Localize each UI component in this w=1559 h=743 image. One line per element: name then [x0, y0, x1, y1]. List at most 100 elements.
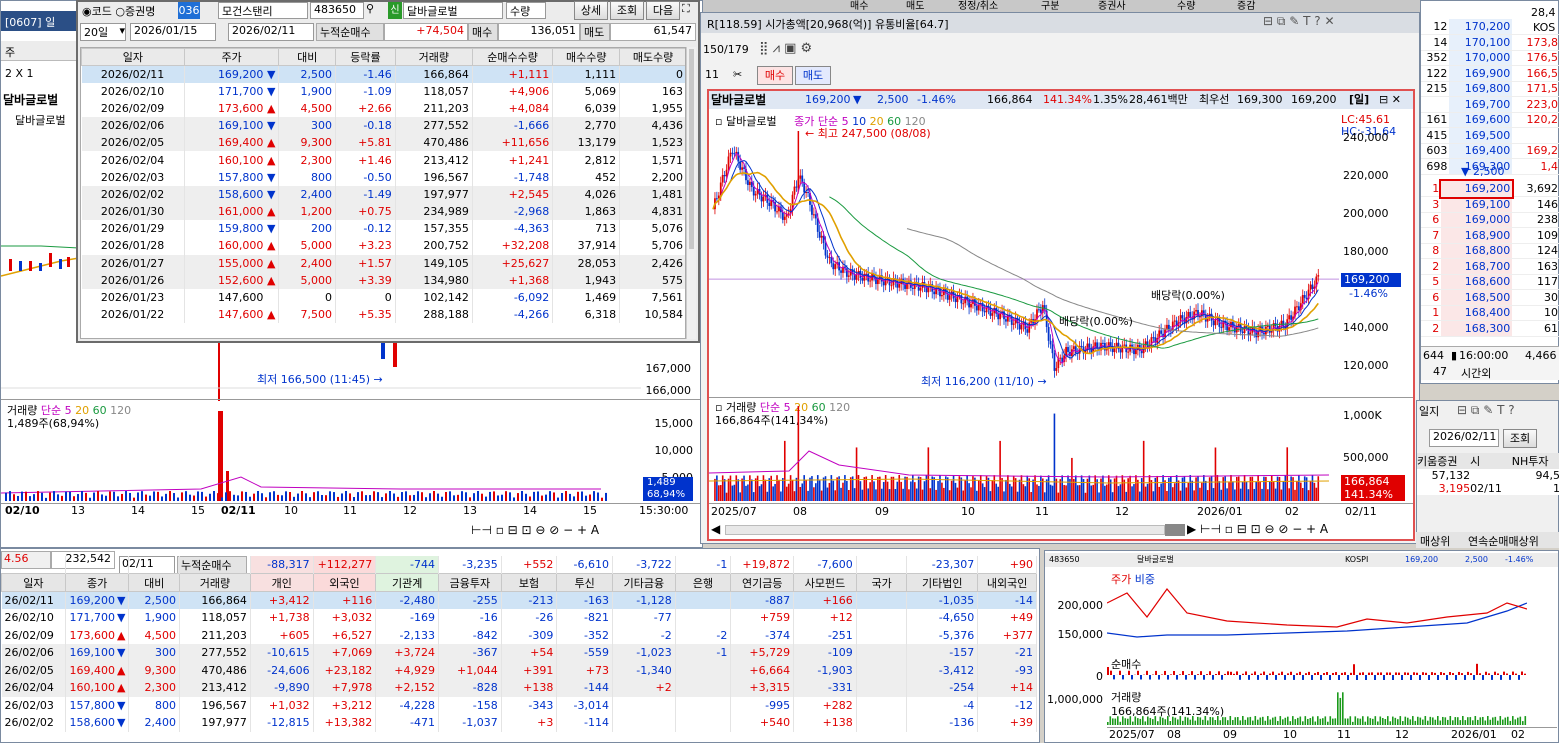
table-row[interactable]: 2026/02/09 173,600 ▲ 4,500 +2.66 211,203 +4,08…: [81, 99, 685, 118]
investor-column-header[interactable]: 연기금등: [730, 573, 795, 592]
sell-button[interactable]: 매도: [795, 66, 831, 85]
column-header[interactable]: 매수수량: [552, 48, 621, 66]
table-row[interactable]: 2026/01/23 147,600 0 0 102,142 -6,092 1,469 7,5…: [81, 288, 685, 307]
investor-row[interactable]: 26/02/06 169,100 ▼ 300 277,552 -10,615 +7,069 +…: [1, 644, 1037, 662]
table-row[interactable]: 2026/02/03 157,800 ▼ 800 -0.50 196,567 -1,748 4…: [81, 168, 685, 186]
investor-column-header[interactable]: 일자: [1, 573, 66, 592]
qty-select[interactable]: 수량: [506, 2, 546, 19]
bid-row[interactable]: 2 168,300 61: [1421, 320, 1559, 337]
intraday-scroll[interactable]: ⊢⊣ ▫ ⊟ ⊡ ⊖ ⊘ − + A: [471, 523, 701, 539]
tab-buy[interactable]: 매수: [850, 0, 868, 12]
investor-column-header[interactable]: 금융투자: [438, 573, 502, 592]
table-row[interactable]: 2026/01/26 152,600 ▲ 5,000 +3.39 134,980 +1,36…: [81, 271, 685, 289]
column-header[interactable]: 순매수수량: [471, 48, 554, 66]
bid-row[interactable]: 6 168,500 30: [1421, 289, 1559, 306]
investor-row[interactable]: 26/02/09 173,600 ▲ 4,500 211,203 +605 +6,527 -2…: [1, 626, 1037, 644]
investor-column-header[interactable]: 외국인: [312, 573, 377, 592]
column-header[interactable]: 거래량: [394, 48, 473, 66]
bid-price[interactable]: 168,800: [1441, 243, 1513, 259]
investor-column-header[interactable]: 종가: [64, 573, 130, 592]
bid-price[interactable]: 168,900: [1441, 227, 1513, 244]
bid-row[interactable]: 3 169,100 146: [1421, 196, 1559, 213]
ask-row[interactable]: 415 169,500: [1421, 127, 1559, 144]
bid-row[interactable]: 2 168,700 163: [1421, 258, 1559, 275]
buy-button[interactable]: 매수: [757, 66, 793, 85]
investor-column-header[interactable]: 대비: [128, 573, 181, 592]
investor-column-header[interactable]: 은행: [674, 573, 732, 592]
chart-toolbar-icons[interactable]: ⣿ ⩘ ▣ ⚙: [759, 41, 812, 56]
bid-price[interactable]: 169,200: [1439, 179, 1515, 199]
bid-price[interactable]: 169,100: [1441, 196, 1513, 213]
stock-name-field[interactable]: 달바글로벌: [403, 2, 503, 19]
ask-row[interactable]: 215 169,800 171,5: [1421, 81, 1559, 97]
ask-row[interactable]: 161 169,600 120,2: [1421, 112, 1559, 128]
chart-scrollbar[interactable]: ◀ ▶ ⊢⊣ ▫ ⊟ ⊡ ⊖ ⊘ − + A: [709, 521, 1413, 539]
column-header[interactable]: 매도수량: [619, 48, 685, 66]
table-row[interactable]: 2026/02/05 169,400 ▲ 9,300 +5.81 470,486 +11,6…: [81, 134, 685, 152]
bid-price[interactable]: 168,400: [1441, 305, 1513, 321]
next-button[interactable]: 다음: [646, 1, 680, 20]
tab-qty[interactable]: 수량: [1177, 0, 1195, 12]
ask-row[interactable]: 14 170,100 173,8: [1421, 34, 1559, 51]
frame-controls[interactable]: ⊟ ✕: [1379, 91, 1401, 109]
cut-icon[interactable]: ✂: [733, 68, 742, 81]
period-select[interactable]: 20일 ▾: [80, 23, 126, 41]
column-header[interactable]: 주가: [183, 48, 280, 66]
column-header[interactable]: 대비: [278, 48, 336, 66]
ask-price[interactable]: 170,000: [1449, 50, 1513, 66]
investor-column-header[interactable]: 기관계: [375, 573, 440, 592]
column-header[interactable]: 등락률: [334, 48, 396, 66]
investor-column-header[interactable]: 보험: [500, 573, 558, 592]
legend-checkbox[interactable]: ▫: [715, 115, 722, 128]
period-toggle[interactable]: [일]: [1349, 91, 1369, 109]
bid-row[interactable]: 6 169,000 238: [1421, 212, 1559, 228]
broker-name-field[interactable]: 모건스탠리: [218, 2, 308, 19]
query-button[interactable]: 조회: [610, 1, 644, 20]
ask-row[interactable]: 352 170,000 176,5: [1421, 50, 1559, 66]
table-row[interactable]: 2026/01/28 160,000 ▲ 5,000 +3.23 200,752 +32,2…: [81, 237, 685, 255]
investor-column-header[interactable]: 거래량: [179, 573, 251, 592]
broker-code[interactable]: 036: [178, 2, 200, 19]
table-row[interactable]: 2026/02/04 160,100 ▲ 2,300 +1.46 213,412 +1,24…: [81, 151, 685, 169]
search-icon[interactable]: ⚲: [366, 2, 380, 19]
bid-price[interactable]: 169,000: [1441, 212, 1513, 228]
bid-row[interactable]: 1 168,400 10: [1421, 305, 1559, 321]
broker-date-field[interactable]: 2026/02/11: [1429, 429, 1499, 447]
investor-column-header[interactable]: 국가: [855, 573, 908, 592]
investor-row[interactable]: 26/02/04 160,100 ▲ 2,300 213,412 -9,890 +7,978…: [1, 679, 1037, 697]
ask-price[interactable]: 169,900: [1449, 65, 1513, 82]
investor-column-header[interactable]: 개인: [249, 573, 314, 592]
tab-sell[interactable]: 매도: [906, 0, 924, 12]
tab-top-trade[interactable]: 매상위: [1420, 533, 1450, 549]
table-row[interactable]: 2026/02/10 171,700 ▼ 1,900 -1.09 118,057 +4,90…: [81, 82, 685, 100]
daily-table-scrollbar[interactable]: [686, 47, 696, 339]
popup-radio-code[interactable]: ◉코드 ○증권명: [82, 3, 155, 19]
investor-row[interactable]: 26/02/10 171,700 ▼ 1,900 118,057 +1,738 +3,032…: [1, 609, 1037, 627]
bid-price[interactable]: 168,700: [1441, 258, 1513, 275]
investor-column-header[interactable]: 사모펀드: [793, 573, 857, 592]
investor-row[interactable]: 26/02/05 169,400 ▲ 9,300 470,486 -24,606 +23,1…: [1, 661, 1037, 679]
bid-price[interactable]: 168,500: [1441, 289, 1513, 306]
bid-price[interactable]: 168,600: [1441, 274, 1513, 290]
bid-row[interactable]: 7 168,900 109: [1421, 227, 1559, 244]
table-row[interactable]: 2026/01/29 159,800 ▼ 200 -0.12 157,355 -4,363 7…: [81, 220, 685, 238]
table-row[interactable]: 2026/02/11 169,200 ▼ 2,500 -1.46 166,864 +1,11…: [81, 65, 685, 83]
ask-price[interactable]: 169,700: [1449, 96, 1513, 113]
broker-query-button[interactable]: 조회: [1503, 429, 1537, 448]
column-header[interactable]: 일자: [81, 48, 185, 66]
bid-row[interactable]: 5 168,600 117: [1421, 274, 1559, 290]
investor-row[interactable]: 26/02/03 157,800 ▼ 800 196,567 +1,032 +3,212 -4…: [1, 696, 1037, 714]
ask-price[interactable]: 169,400: [1449, 143, 1513, 159]
bid-row[interactable]: 8 168,800 124: [1421, 243, 1559, 259]
bid-row[interactable]: 1 169,200 3,692: [1421, 179, 1559, 199]
investor-column-header[interactable]: 투신: [556, 573, 614, 592]
tab-change[interactable]: 증감: [1237, 0, 1255, 12]
zoom-select[interactable]: 주: [5, 46, 15, 59]
table-row[interactable]: 2026/02/02 158,600 ▼ 2,400 -1.49 197,977 +2,54…: [81, 185, 685, 203]
investor-column-header[interactable]: 기타금융: [612, 573, 676, 592]
tab-modify[interactable]: 정정/취소: [958, 0, 998, 12]
stock-code-field[interactable]: 483650: [310, 2, 364, 19]
ask-price[interactable]: 170,200: [1449, 19, 1513, 35]
bid-price[interactable]: 168,300: [1441, 320, 1513, 337]
broker-panel-controls[interactable]: ⊟ ⧉ ✎ T ?: [1457, 403, 1515, 418]
